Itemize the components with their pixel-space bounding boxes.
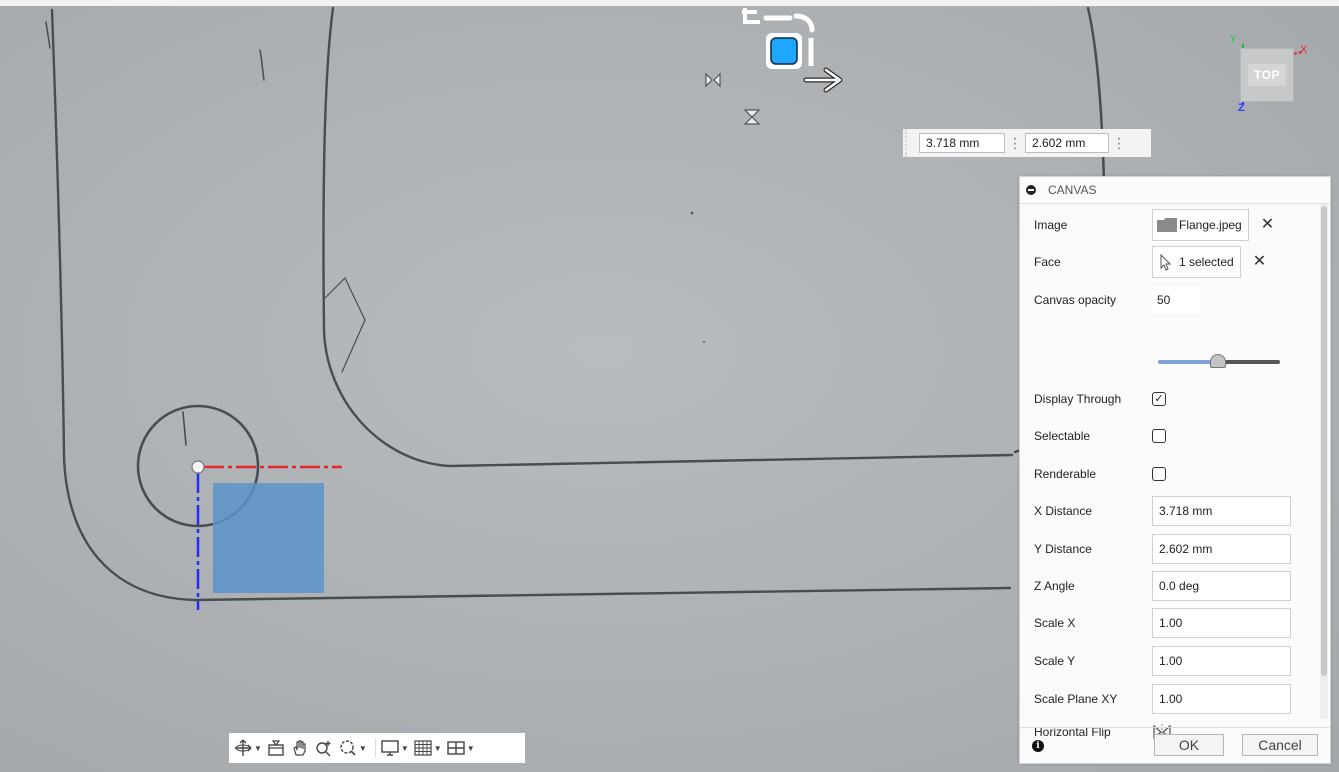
display-through-row: Display Through ✓ [1020,383,1318,415]
x-dimension-menu-icon[interactable]: ⋮ [1005,129,1025,157]
grid-tool[interactable]: ▼ [413,733,442,763]
scale-y-label: Scale Y [1034,654,1076,668]
look-at-icon [268,740,284,756]
readout-grip[interactable] [905,129,915,157]
canvas-opacity-row: Canvas opacity 50 [1020,284,1318,316]
opacity-slider-thumb[interactable] [1210,354,1226,368]
face-selection-count: 1 selected [1179,255,1234,269]
z-angle-row: Z Angle 0.0 deg [1020,570,1318,602]
fit-icon [340,740,356,756]
y-dimension-menu-icon[interactable]: ⋮ [1109,129,1129,157]
image-label: Image [1034,218,1068,232]
scale-y-input[interactable]: 1.00 [1152,646,1291,676]
zoom-icon [316,741,331,757]
face-row: Face 1 selected ✕ [1020,246,1318,278]
calibration-overlay[interactable] [191,460,342,610]
viewcube-axis-z-label: Z [1238,102,1245,114]
scale-y-row: Scale Y 1.00 [1020,645,1318,677]
display-settings-tool[interactable]: ▼ [380,733,409,763]
ok-button[interactable]: OK [1154,734,1224,756]
canvas-selection-box[interactable] [213,483,324,593]
clear-image-icon[interactable]: ✕ [1261,217,1274,233]
renderable-checkbox[interactable] [1152,467,1166,481]
face-label: Face [1034,255,1061,269]
y-distance-input[interactable]: 2.602 mm [1152,534,1291,564]
y-distance-label: Y Distance [1034,542,1092,556]
scale-x-row: Scale X 1.00 [1020,607,1318,639]
display-through-checkbox[interactable]: ✓ [1152,392,1166,406]
selectable-row: Selectable [1020,420,1318,452]
view-cube[interactable]: TOP Y X Z [1228,34,1338,126]
pan-tool[interactable] [290,733,310,763]
selectable-label: Selectable [1034,429,1091,443]
panel-scrollbar[interactable] [1320,204,1328,719]
renderable-label: Renderable [1034,467,1097,481]
scale-plane-xy-input[interactable]: 1.00 [1152,684,1291,714]
panel-title: CANVAS [1048,183,1097,197]
clear-face-icon[interactable]: ✕ [1253,254,1266,270]
panel-footer: i OK Cancel [1020,727,1330,764]
panel-body: Image Flange.jpeg ✕ Face 1 selected ✕ Ca… [1020,204,1318,740]
orbit-dropdown-icon[interactable]: ▼ [254,744,262,753]
viewports-tool[interactable]: ▼ [446,733,475,763]
selectable-checkbox[interactable] [1152,429,1166,443]
orbit-icon [235,739,252,756]
cancel-button[interactable]: Cancel [1242,734,1318,756]
z-angle-input[interactable]: 0.0 deg [1152,571,1291,601]
panel-header[interactable]: CANVAS [1020,177,1330,204]
viewcube-axis-y-label: Y [1230,34,1237,44]
grid-dropdown-icon[interactable]: ▼ [434,744,442,753]
display-through-label: Display Through [1034,392,1122,406]
canvas-opacity-slider[interactable] [1158,354,1280,368]
x-dimension-input[interactable]: 3.718 mm [919,133,1005,153]
look-at-tool[interactable] [266,733,286,763]
dimension-readout: 3.718 mm ⋮ 2.602 mm ⋮ [903,129,1151,157]
image-select-button[interactable]: Flange.jpeg [1152,209,1249,241]
z-angle-label: Z Angle [1034,579,1075,593]
orbit-tool[interactable]: ▼ [233,733,262,763]
folder-icon [1157,218,1177,232]
collapse-icon[interactable] [1026,185,1036,195]
navigation-toolbar: ▼ ▼ ▼ ▼ ▼ [229,733,525,763]
grid-icon [414,740,432,756]
scale-plane-xy-label: Scale Plane XY [1034,692,1118,706]
viewcube-top-face[interactable]: TOP [1240,48,1294,102]
fit-dropdown-icon[interactable]: ▼ [359,744,367,753]
image-filename: Flange.jpeg [1179,218,1242,232]
cursor-select-icon [1160,253,1172,271]
canvas-opacity-input[interactable]: 50 [1152,287,1200,313]
renderable-row: Renderable [1020,458,1318,490]
scale-x-input[interactable]: 1.00 [1152,608,1291,638]
viewports-icon [446,741,465,755]
scrollbar-thumb[interactable] [1321,206,1327,676]
image-row: Image Flange.jpeg ✕ [1020,209,1318,241]
scale-plane-xy-row: Scale Plane XY 1.00 [1020,683,1318,715]
planar-move-handle[interactable] [770,37,798,65]
face-select-button[interactable]: 1 selected [1152,246,1241,278]
origin-handle[interactable] [191,460,205,474]
canvas-panel: CANVAS Image Flange.jpeg ✕ Face 1 select… [1019,176,1331,764]
display-settings-icon [381,740,399,756]
pan-icon [293,740,306,756]
y-dimension-input[interactable]: 2.602 mm [1025,133,1109,153]
zoom-tool[interactable] [314,733,334,763]
x-distance-label: X Distance [1034,504,1093,518]
display-settings-dropdown-icon[interactable]: ▼ [401,744,409,753]
toolbar-separator [374,739,376,757]
y-distance-row: Y Distance 2.602 mm [1020,533,1318,565]
x-distance-input[interactable]: 3.718 mm [1152,496,1291,526]
viewports-dropdown-icon[interactable]: ▼ [467,744,475,753]
viewcube-axis-x-label: X [1300,44,1308,56]
scale-x-label: Scale X [1034,616,1076,630]
x-distance-row: X Distance 3.718 mm [1020,495,1318,527]
info-icon[interactable]: i [1032,740,1044,752]
canvas-opacity-label: Canvas opacity [1034,293,1117,307]
fit-tool[interactable]: ▼ [338,733,367,763]
